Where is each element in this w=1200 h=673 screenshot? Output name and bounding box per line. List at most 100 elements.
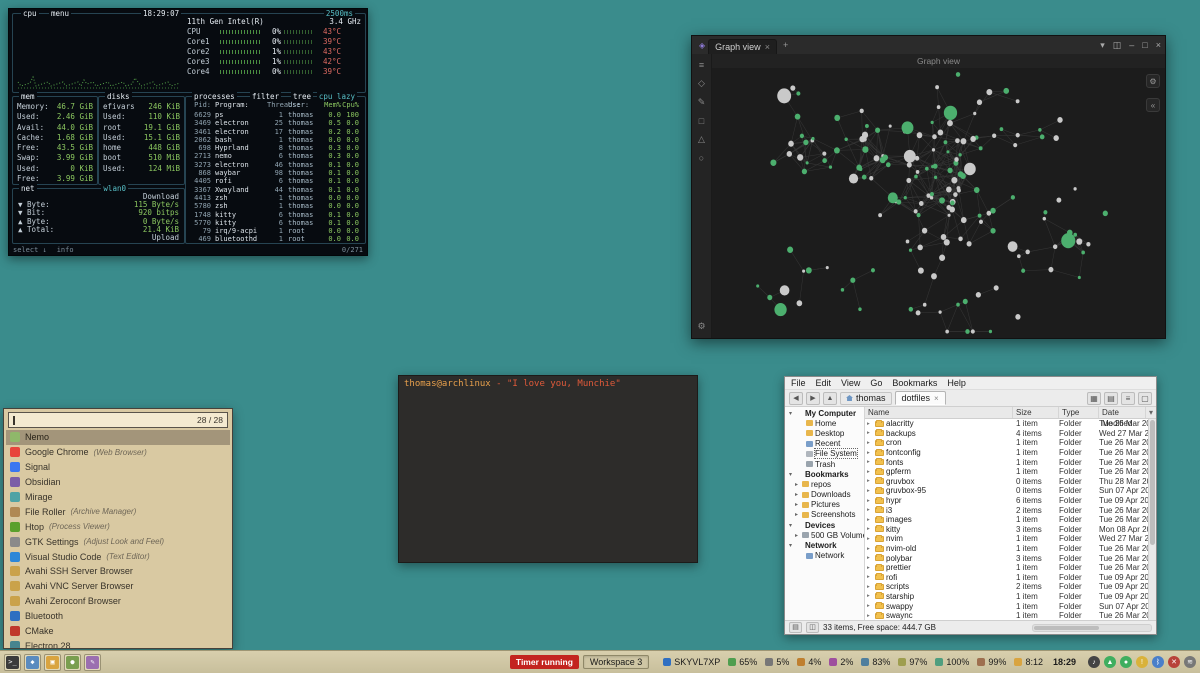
process-sort-label[interactable]: cpu lazy	[317, 92, 357, 101]
file-row[interactable]: ▸ swappy 1 item Folder Sun 07 Apr 2024 1…	[865, 601, 1156, 611]
file-row[interactable]: ▸ alacritty 1 item Folder Tue 26 Mar 202…	[865, 419, 1156, 429]
launcher-button[interactable]: ▣	[44, 654, 61, 671]
process-row[interactable]: 79 irq/9-acpi 1 root 0.0 0.0	[189, 227, 362, 235]
layout-icon[interactable]: ◫	[1113, 40, 1122, 51]
process-row[interactable]: 1748 kitty 6 thomas 0.1 0.0	[189, 211, 362, 219]
new-tab-button[interactable]: +	[783, 40, 788, 50]
expander-icon[interactable]: ▾	[787, 522, 794, 529]
row-expander-icon[interactable]: ▸	[867, 488, 873, 494]
tab-graph-view[interactable]: Graph view ×	[708, 39, 777, 54]
row-expander-icon[interactable]: ▸	[867, 459, 873, 465]
row-expander-icon[interactable]: ▸	[867, 440, 873, 446]
process-row[interactable]: 5780 zsh 1 thomas 0.0 0.0	[189, 202, 362, 210]
sidebar-item[interactable]: ▾ Network	[785, 540, 864, 550]
expander-icon[interactable]: ▸	[793, 501, 800, 508]
column-type[interactable]: Type	[1059, 407, 1099, 418]
tray-icon[interactable]: ≋	[1184, 656, 1196, 668]
row-expander-icon[interactable]: ▸	[867, 469, 873, 475]
rofi-item[interactable]: File Roller (Archive Manager)	[6, 504, 230, 519]
file-row[interactable]: ▸ backups 4 items Folder Wed 27 Mar 2024…	[865, 429, 1156, 439]
file-row[interactable]: ▸ gruvbox 0 items Folder Thu 28 Mar 2024…	[865, 477, 1156, 487]
sidebar-item[interactable]: ▾ Bookmarks	[785, 469, 864, 479]
rofi-item[interactable]: Google Chrome (Web Browser)	[6, 445, 230, 460]
file-row[interactable]: ▸ cron 1 item Folder Tue 26 Mar 2024 18:…	[865, 438, 1156, 448]
file-row[interactable]: ▸ hypr 6 items Folder Tue 09 Apr 2024 17…	[865, 496, 1156, 506]
row-expander-icon[interactable]: ▸	[867, 555, 873, 561]
back-button[interactable]: ◀	[789, 392, 803, 405]
row-expander-icon[interactable]: ▸	[867, 517, 873, 523]
sidebar-item[interactable]: ▸ Pictures	[785, 500, 864, 510]
ribbon-icon[interactable]: □	[699, 116, 704, 126]
footer-info-button[interactable]: info	[57, 246, 74, 254]
ribbon-icon[interactable]: ≡	[699, 60, 704, 70]
sidebar-item[interactable]: Home	[785, 418, 864, 428]
rofi-item[interactable]: Htop (Process Viewer)	[6, 519, 230, 534]
detail-view-button[interactable]: ≡	[1121, 392, 1135, 405]
file-row[interactable]: ▸ prettier 1 item Folder Tue 26 Mar 2024…	[865, 563, 1156, 573]
menu-item[interactable]: Go	[870, 378, 882, 388]
tray-icon[interactable]: ᛒ	[1152, 656, 1164, 668]
metric-item[interactable]: 97%	[898, 657, 927, 667]
file-row[interactable]: ▸ gpferm 1 item Folder Tue 26 Mar 2024 1…	[865, 467, 1156, 477]
minimize-button[interactable]: –	[1129, 40, 1134, 51]
icon-view-button[interactable]: ▦	[1087, 392, 1101, 405]
split-view-button[interactable]: ◫	[806, 622, 819, 633]
file-row[interactable]: ▸ rofi 1 item Folder Tue 09 Apr 2024 16:…	[865, 573, 1156, 583]
row-expander-icon[interactable]: ▸	[867, 603, 873, 609]
ribbon-icon[interactable]: ○	[699, 153, 704, 163]
rofi-item[interactable]: Mirage	[6, 490, 230, 505]
process-row[interactable]: 2713 nemo 6 thomas 0.3 0.0	[189, 152, 362, 160]
rofi-item[interactable]: Bluetooth	[6, 609, 230, 624]
rofi-item[interactable]: Visual Studio Code (Text Editor)	[6, 549, 230, 564]
tab-close-icon[interactable]: ×	[765, 42, 770, 52]
maximize-button[interactable]: □	[1142, 40, 1147, 51]
horizontal-scrollbar[interactable]	[1032, 624, 1152, 632]
graph-canvas[interactable]	[712, 68, 1165, 338]
process-row[interactable]: 2062 bash 1 thomas 0.0 0.0	[189, 136, 362, 144]
ribbon-icon[interactable]: ◇	[698, 78, 705, 89]
file-row[interactable]: ▸ kitty 3 items Folder Mon 08 Apr 2024 1…	[865, 525, 1156, 535]
file-row[interactable]: ▸ nvim-old 1 item Folder Tue 26 Mar 2024…	[865, 544, 1156, 554]
process-filter-button[interactable]: filter	[250, 92, 281, 101]
menu-item[interactable]: Help	[947, 378, 966, 388]
file-row[interactable]: ▸ scripts 2 items Folder Tue 09 Apr 2024…	[865, 582, 1156, 592]
rofi-item[interactable]: Avahi Zeroconf Browser	[6, 594, 230, 609]
forward-button[interactable]: ▶	[806, 392, 820, 405]
row-expander-icon[interactable]: ▸	[867, 478, 873, 484]
process-row[interactable]: 3273 electron 46 thomas 0.1 0.0	[189, 161, 362, 169]
workspace-indicator[interactable]: Workspace 3	[583, 655, 649, 669]
up-button[interactable]: ▲	[823, 392, 837, 405]
metric-item[interactable]: 4%	[797, 657, 821, 667]
tray-icon[interactable]: !	[1136, 656, 1148, 668]
file-row[interactable]: ▸ nvim 1 item Folder Wed 27 Mar 2024 11:…	[865, 534, 1156, 544]
process-row[interactable]: 698 Hyprland 8 thomas 0.3 0.0	[189, 144, 362, 152]
metric-item[interactable]: 99%	[977, 657, 1006, 667]
file-row[interactable]: ▸ gruvbox-95 0 items Folder Sun 07 Apr 2…	[865, 486, 1156, 496]
file-row[interactable]: ▸ starship 1 item Folder Tue 09 Apr 2024…	[865, 592, 1156, 602]
row-expander-icon[interactable]: ▸	[867, 450, 873, 456]
process-row[interactable]: 3469 electron 25 thomas 0.5 0.0	[189, 119, 362, 127]
pane-menu-icon[interactable]: ▾	[1100, 40, 1105, 51]
process-row[interactable]: 6629 ps 1 thomas 0.0 100	[189, 111, 362, 119]
rofi-item[interactable]: Avahi VNC Server Browser	[6, 579, 230, 594]
row-expander-icon[interactable]: ▸	[867, 584, 873, 590]
sidebar-item[interactable]: ▾ Devices	[785, 520, 864, 530]
sidebar-item[interactable]: Recent	[785, 439, 864, 449]
tray-icon[interactable]: ✕	[1168, 656, 1180, 668]
file-row[interactable]: ▸ polybar 3 items Folder Tue 26 Mar 2024…	[865, 553, 1156, 563]
process-tree-button[interactable]: tree	[291, 92, 313, 101]
tray-icon[interactable]: ●	[1120, 656, 1132, 668]
process-row[interactable]: 5770 kitty 6 thomas 0.1 0.0	[189, 219, 362, 227]
thumbnail-view-button[interactable]: ▢	[1138, 392, 1152, 405]
launcher-button[interactable]: ✎	[84, 654, 101, 671]
column-chooser-icon[interactable]: ▾	[1146, 407, 1156, 418]
net-interface-label[interactable]: wlan0	[101, 184, 128, 193]
rofi-item[interactable]: Signal	[6, 460, 230, 475]
terminal-window[interactable]: thomas@archlinux - "I love you, Munchie"	[398, 375, 698, 563]
file-row[interactable]: ▸ fontconfig 1 item Folder Tue 26 Mar 20…	[865, 448, 1156, 458]
btop-menu-button[interactable]: menu	[49, 9, 71, 18]
clock[interactable]: 18:29	[1053, 657, 1076, 667]
row-expander-icon[interactable]: ▸	[867, 526, 873, 532]
process-row[interactable]: 3367 Xwayland 44 thomas 0.1 0.0	[189, 186, 362, 194]
rofi-item[interactable]: Obsidian	[6, 475, 230, 490]
